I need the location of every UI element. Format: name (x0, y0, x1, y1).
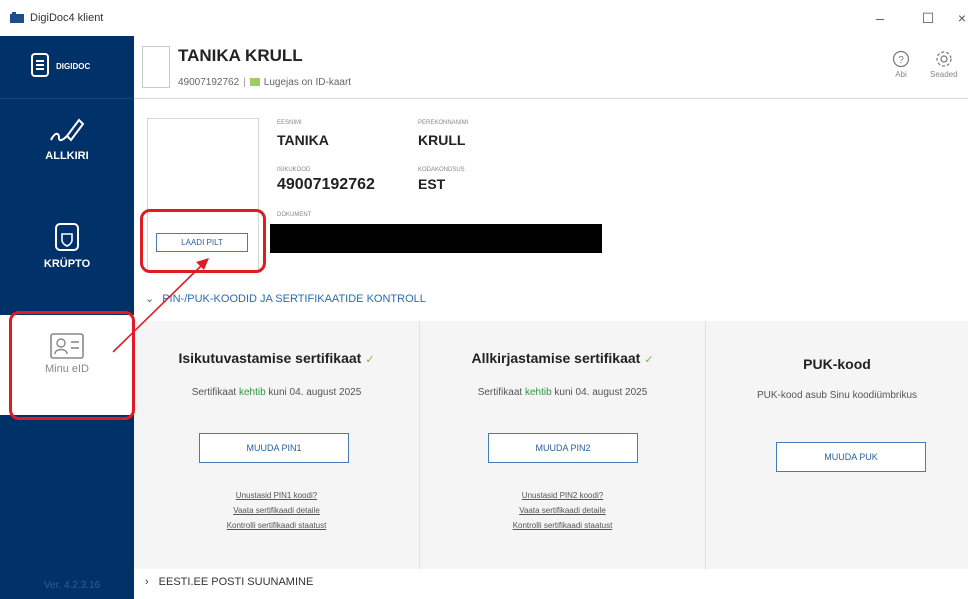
status-suffix: kuni 04. august 2025 (268, 387, 362, 398)
sidebar-item-label: ALLKIRI (45, 150, 89, 162)
status-prefix: Sertifikaat (477, 387, 523, 398)
first-name-label: EESNIMI (277, 120, 302, 126)
view-cert-details-link[interactable]: Vaata sertifikaadi detaile (134, 506, 419, 515)
card-sign-title: Allkirjastamise sertifikaat ✓ (420, 350, 705, 366)
status-word: kehtib (524, 387, 552, 398)
status-word: kehtib (238, 387, 266, 398)
id-code-value: 49007192762 (277, 176, 375, 193)
citizenship-value: EST (418, 176, 446, 192)
sidebar-item-allkiri[interactable]: ALLKIRI (0, 114, 134, 162)
card-auth-status: Sertifikaat kehtib kuni 04. august 2025 (134, 387, 419, 398)
forgot-pin2-link[interactable]: Unustasid PIN2 koodi? (420, 491, 705, 500)
document-label: DOKUMENT (277, 212, 312, 218)
header-id-code: 49007192762 (178, 77, 240, 88)
shield-icon (55, 223, 79, 251)
sidebar-item-krypto[interactable]: KRÜPTO (0, 222, 134, 270)
document-redacted (270, 224, 602, 253)
card-reader-icon (249, 78, 260, 87)
eesti-post-section-toggle[interactable]: › EESTI.EE POSTI SUUNAMINE (145, 576, 313, 588)
last-name-label: PEREKONNANIMI (418, 120, 469, 126)
pin-puk-section-toggle[interactable]: ⌄ PIN-/PUK-KOODID JA SERTIFIKAATIDE KONTR… (145, 292, 426, 305)
sidebar-item-label: Minu eID (44, 363, 90, 375)
reader-status: Lugejas on ID-kaart (263, 77, 352, 88)
settings-label: Seaded (930, 70, 958, 79)
version-label: Ver. 4.2.3.16 (44, 580, 101, 591)
check-cert-status-link[interactable]: Kontrolli sertifikaadi staatust (134, 521, 419, 530)
card-auth-title: Isikutuvastamise sertifikaat ✓ (134, 350, 419, 366)
svg-text:?: ? (898, 55, 904, 66)
change-pin1-button[interactable]: MUUDA PIN1 (199, 433, 349, 463)
sidebar: DIGIDOC ALLKIRI KRÜPTO Minu eID Ver. 4.2… (0, 36, 134, 599)
last-name-value: KRULL (418, 132, 466, 148)
window-titlebar: DigiDoc4 klient – ☐ × (0, 0, 968, 36)
valid-check-icon: ✓ (365, 354, 375, 366)
section-title: EESTI.EE POSTI SUUNAMINE (158, 576, 314, 588)
sidebar-item-label: KRÜPTO (43, 258, 91, 270)
header: TANIKA KRULL 49007192762 | Lugejas on ID-k… (134, 36, 968, 99)
sidebar-item-minu-eid[interactable]: Minu eID (0, 315, 134, 415)
view-cert-details-link[interactable]: Vaata sertifikaadi detaile (420, 506, 705, 515)
help-label: Abi (895, 70, 907, 79)
status-prefix: Sertifikaat (191, 387, 237, 398)
first-name-value: TANIKA (277, 132, 329, 148)
gear-icon (936, 51, 952, 67)
id-card-icon (50, 333, 84, 359)
sidebar-logo: DIGIDOC (0, 36, 134, 99)
signature-icon (50, 118, 85, 142)
card-puk-info: PUK-kood asub Sinu koodiümbrikus (756, 390, 918, 401)
app-logo-icon (10, 12, 24, 23)
check-cert-status-link[interactable]: Kontrolli sertifikaadi staatust (420, 521, 705, 530)
change-pin2-button[interactable]: MUUDA PIN2 (488, 433, 638, 463)
window-title: DigiDoc4 klient (30, 12, 104, 24)
valid-check-icon: ✓ (644, 354, 654, 366)
status-suffix: kuni 04. august 2025 (554, 387, 648, 398)
maximize-button[interactable]: ☐ (916, 8, 940, 28)
forgot-pin1-link[interactable]: Unustasid PIN1 koodi? (134, 491, 419, 500)
upload-photo-button[interactable]: LAADI PILT (156, 233, 248, 252)
chevron-down-icon: ⌄ (145, 293, 155, 305)
help-icon: ? (892, 50, 910, 68)
card-sign-status: Sertifikaat kehtib kuni 04. august 2025 (420, 387, 705, 398)
card-puk-title: PUK-kood (803, 356, 871, 372)
card-thumbnail (142, 46, 170, 88)
change-puk-button[interactable]: MUUDA PUK (776, 442, 926, 472)
digidoc-logo-icon (31, 53, 49, 77)
settings-button[interactable]: Seaded (930, 50, 958, 79)
minimize-button[interactable]: – (868, 8, 892, 28)
citizenship-label: KODAKONDSUS (418, 167, 465, 173)
section-title: PIN-/PUK-KOODID JA SERTIFIKAATIDE KONTRO… (162, 293, 426, 305)
chevron-right-icon: › (145, 576, 149, 588)
id-code-label: ISIKUKOOD (277, 167, 311, 173)
header-subtitle: 49007192762 | Lugejas on ID-kaart (178, 77, 352, 88)
help-button[interactable]: ? Abi (892, 50, 910, 79)
close-button[interactable]: × (950, 8, 968, 28)
card-title-text: Allkirjastamise sertifikaat (471, 350, 641, 366)
header-name: TANIKA KRULL (178, 46, 303, 65)
card-title-text: Isikutuvastamise sertifikaat (178, 350, 362, 366)
sidebar-logo-text: DIGIDOC (56, 62, 91, 71)
